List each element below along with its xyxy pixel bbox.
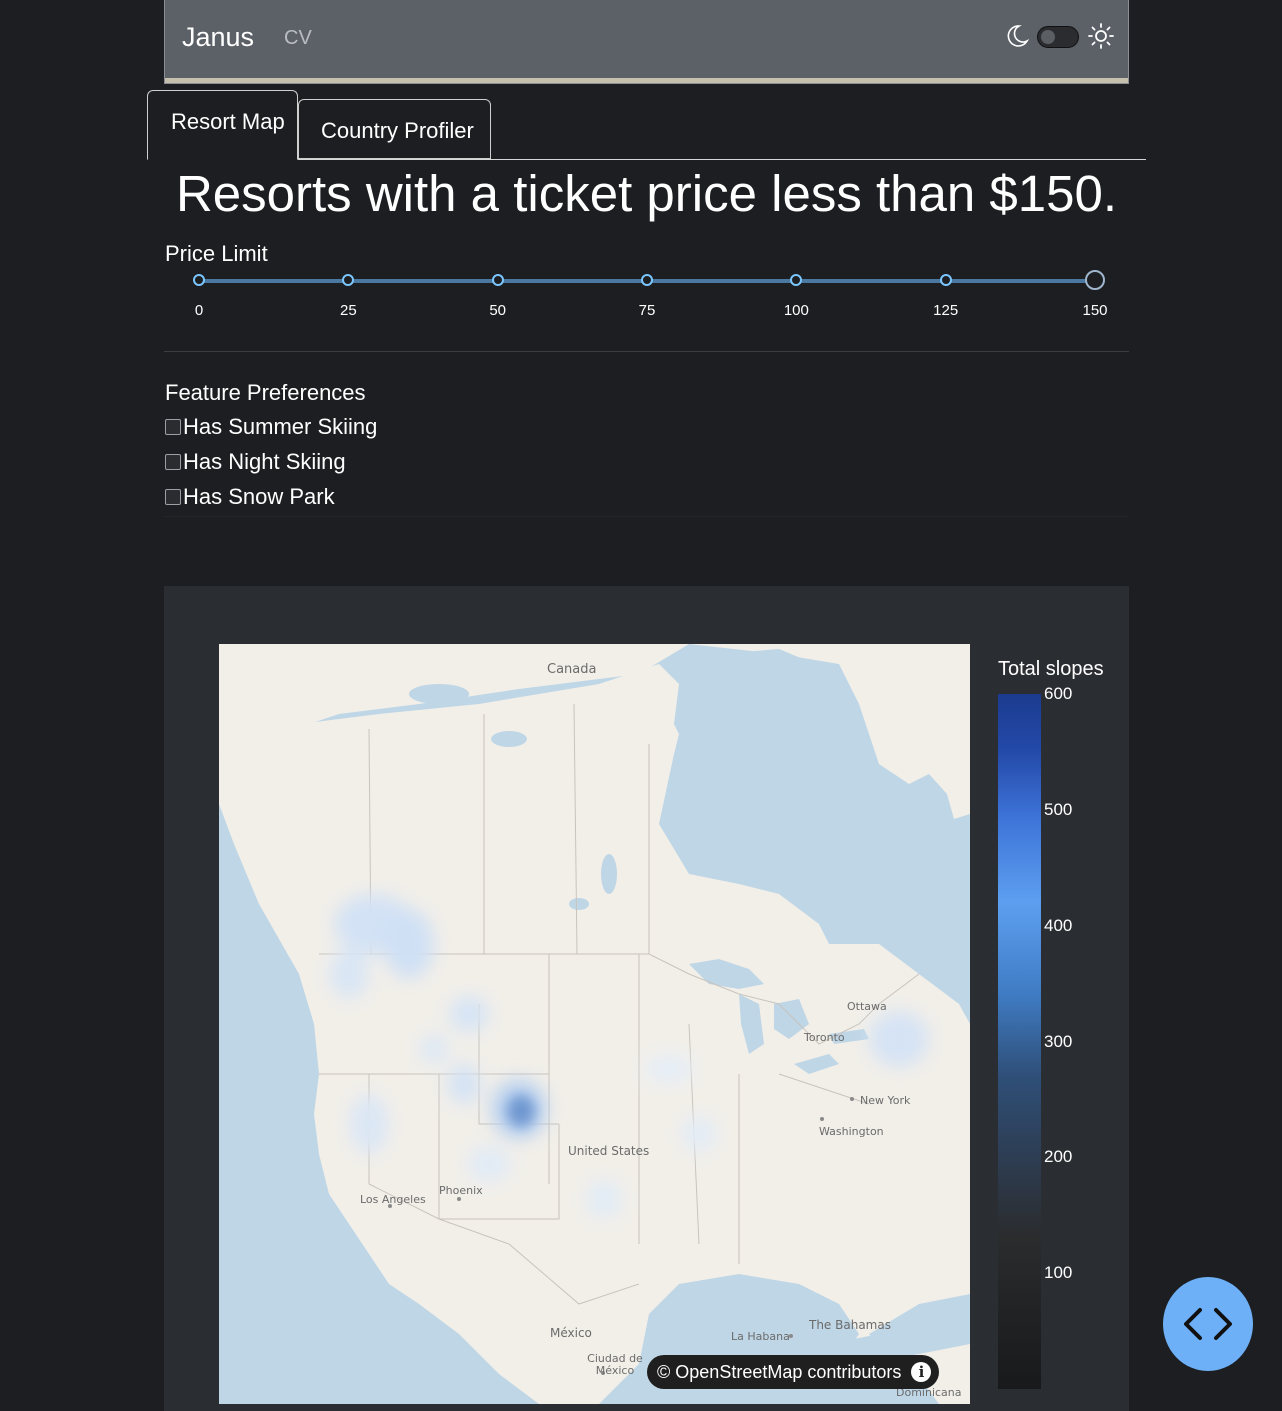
colorbar-tick-label: 200 <box>1044 1147 1073 1167</box>
map-label: Toronto <box>804 1031 845 1044</box>
price-slider-tick-label: 50 <box>489 302 506 319</box>
price-slider-tick-label: 150 <box>1082 302 1108 319</box>
price-slider-tick-label: 25 <box>339 302 357 319</box>
colorbar <box>998 694 1041 1389</box>
map-label: Los Angeles <box>360 1193 426 1206</box>
tab-country-profiler[interactable]: Country Profiler <box>298 99 491 159</box>
price-slider-handle[interactable] <box>1085 270 1105 290</box>
feature-preferences-title: Feature Preferences <box>165 380 366 405</box>
colorbar-tick-label: 500 <box>1044 799 1073 819</box>
price-slider-mark[interactable] <box>491 274 504 286</box>
map-label: United States <box>568 1144 650 1158</box>
checkbox-label: Has Night Skiing <box>183 449 346 474</box>
price-slider-tick-label: 100 <box>783 302 809 319</box>
density-map-graph: Canada Ottawa Toronto New York Washington Uni… <box>164 586 1129 1411</box>
colorbar-tick-label: 100 <box>1044 1263 1073 1283</box>
toggle-knob <box>1041 30 1055 44</box>
page-title: Resorts with a ticket price less than $1… <box>175 165 1118 222</box>
colorbar-tick-label: 400 <box>1044 915 1073 935</box>
nav-link-cv[interactable]: CV <box>284 27 312 50</box>
price-slider-tick-label: 125 <box>933 302 959 319</box>
price-limit-label: Price Limit <box>165 241 268 266</box>
map-label: Ottawa <box>847 1000 887 1013</box>
map-label: México <box>550 1326 592 1340</box>
checkbox-label: Has Snow Park <box>183 484 335 509</box>
navbar-accent-line <box>165 78 1128 83</box>
map-canvas[interactable]: Canada Ottawa Toronto New York Washington Uni… <box>219 644 970 1404</box>
theme-toggle[interactable] <box>1037 26 1079 48</box>
brand-title[interactable]: Janus <box>182 22 254 53</box>
navbar: Janus CV <box>164 0 1129 84</box>
price-slider-mark[interactable] <box>193 274 205 286</box>
feature-preferences-panel: Feature Preferences Has Summer Skiing Ha… <box>164 352 1129 517</box>
map-attribution[interactable]: © OpenStreetMap contributors i <box>647 1355 940 1389</box>
colorbar-tick-label: 300 <box>1044 1031 1073 1051</box>
map-basemap <box>219 644 970 1404</box>
map-label: Ciudad de México <box>587 1352 643 1377</box>
map-label: The Bahamas <box>809 1318 891 1332</box>
price-slider-tick-label: 0 <box>194 302 204 319</box>
price-limit-panel: Price Limit 0 25 50 75 100 125 150 <box>164 236 1129 352</box>
price-slider-mark[interactable] <box>641 274 653 286</box>
sun-icon <box>1088 23 1114 49</box>
price-slider-mark[interactable] <box>939 274 952 286</box>
attribution-suffix: contributors <box>807 1361 902 1382</box>
info-icon[interactable]: i <box>911 1362 932 1382</box>
checkbox-snow-park[interactable]: Has Snow Park <box>165 484 335 510</box>
checkbox-box[interactable] <box>165 489 181 505</box>
tab-resort-map[interactable]: Resort Map <box>147 90 298 160</box>
attribution-link[interactable]: OpenStreetMap <box>675 1362 802 1383</box>
map-label: Phoenix <box>439 1184 483 1197</box>
code-icon <box>1184 1308 1232 1340</box>
map-label: Canada <box>547 662 597 677</box>
checkbox-box[interactable] <box>165 454 181 470</box>
price-slider-mark[interactable] <box>342 274 355 286</box>
checkbox-label: Has Summer Skiing <box>183 414 378 439</box>
colorbar-tick-label: 600 <box>1044 684 1073 703</box>
colorbar-title: Total slopes <box>998 658 1104 680</box>
price-slider-mark[interactable] <box>790 274 803 286</box>
checkbox-night-skiing[interactable]: Has Night Skiing <box>165 449 346 475</box>
price-slider-tick-label: 75 <box>638 302 656 319</box>
map-label: La Habana <box>731 1330 790 1343</box>
code-toggle-button[interactable] <box>1163 1277 1253 1371</box>
theme-switch[interactable] <box>1004 22 1114 52</box>
attribution-symbol: © <box>657 1361 671 1382</box>
map-label: New York <box>860 1094 911 1107</box>
tab-bar: Resort Map Country Profiler <box>147 90 1146 160</box>
moon-icon <box>1007 25 1030 47</box>
checkbox-box[interactable] <box>165 419 181 435</box>
map-label: Washington <box>819 1125 884 1138</box>
checkbox-summer-skiing[interactable]: Has Summer Skiing <box>165 414 377 440</box>
